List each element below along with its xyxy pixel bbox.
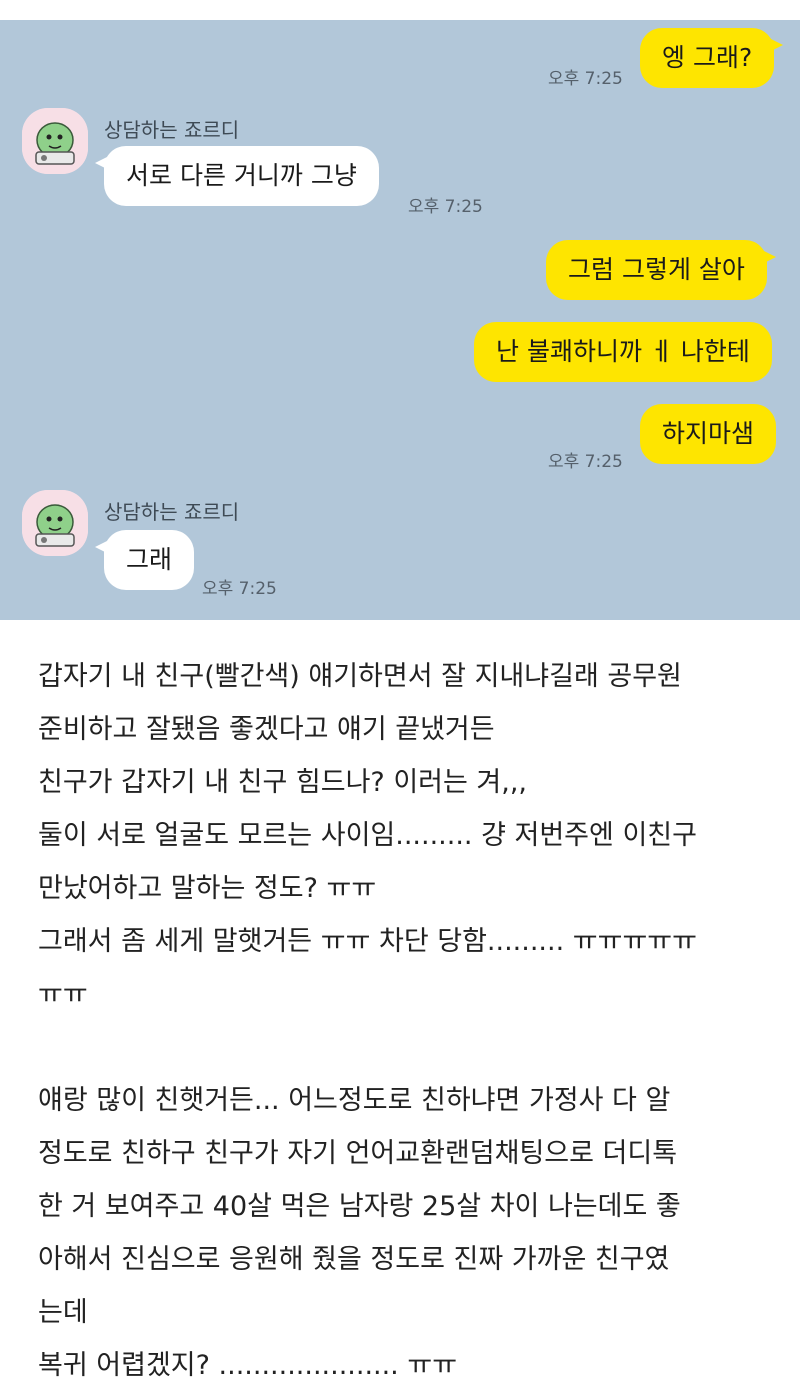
post-body: 갑자기 내 친구(빨간색) 얘기하면서 잘 지내냐길래 공무원 준비하고 잘됐음… xyxy=(38,650,778,1392)
message-time: 오후 7:25 xyxy=(548,452,623,472)
post-line: 그래서 좀 세게 말햇거든 ㅠㅠ 차단 당함......... ㅠㅠㅠㅠㅠ xyxy=(38,926,697,957)
post-line: 한 거 보여주고 40살 먹은 남자랑 25살 차이 나는데도 좋 xyxy=(38,1191,681,1222)
my-message-bubble[interactable]: 그럼 그렇게 살아 xyxy=(546,240,776,300)
post-line: 준비하고 잘됐음 좋겠다고 얘기 끝냈거든 xyxy=(38,714,495,745)
post-line: 만났어하고 말하는 정도? ㅠㅠ xyxy=(38,873,377,904)
sender-name: 상담하는 죠르디 xyxy=(104,500,240,524)
post-line: 갑자기 내 친구(빨간색) 얘기하면서 잘 지내냐길래 공무원 xyxy=(38,661,682,692)
my-message-bubble[interactable]: 하지마샘 xyxy=(640,404,777,464)
message-time: 오후 7:25 xyxy=(548,69,623,89)
message-time: 오후 7:25 xyxy=(408,197,483,217)
post-line: 얘랑 많이 친햇거든... 어느정도로 친하냐면 가정사 다 알 xyxy=(38,1085,671,1116)
post-line: 친구가 갑자기 내 친구 힘드나? 이러는 겨,,, xyxy=(38,767,528,798)
post-line: 복귀 어렵겠지? ..................... ㅠㅠ xyxy=(38,1350,458,1381)
sender-name: 상담하는 죠르디 xyxy=(104,118,240,142)
chat-screenshot: 오후 7:25 엥 그래? 상담하는 죠르디 서로 다른 거니까 그냥 오후 7… xyxy=(0,0,800,620)
my-message-bubble[interactable]: 엥 그래? xyxy=(640,28,784,88)
message-time: 오후 7:25 xyxy=(202,579,277,599)
post-line: 는데 xyxy=(38,1297,88,1328)
post-line: ㅠㅠ xyxy=(38,979,88,1010)
post-line: 둘이 서로 얼굴도 모르는 사이임......... 걍 저번주엔 이친구 xyxy=(38,820,697,851)
other-message-bubble[interactable]: 서로 다른 거니까 그냥 xyxy=(95,146,379,206)
avatar[interactable] xyxy=(22,108,88,174)
jordy-dinosaur-avatar-icon xyxy=(22,490,88,556)
status-bar-strip xyxy=(0,0,800,20)
my-message-bubble[interactable]: 난 불쾌하니까 ㅔ 나한테 xyxy=(474,322,772,382)
other-message-bubble[interactable]: 그래 xyxy=(94,530,195,590)
post-line: 아해서 진심으로 응원해 줬을 정도로 진짜 가까운 친구였 xyxy=(38,1244,670,1275)
post-line: 정도로 친하구 친구가 자기 언어교환랜덤채팅으로 더디톡 xyxy=(38,1138,678,1169)
jordy-dinosaur-avatar-icon xyxy=(22,108,88,174)
avatar[interactable] xyxy=(22,490,88,556)
